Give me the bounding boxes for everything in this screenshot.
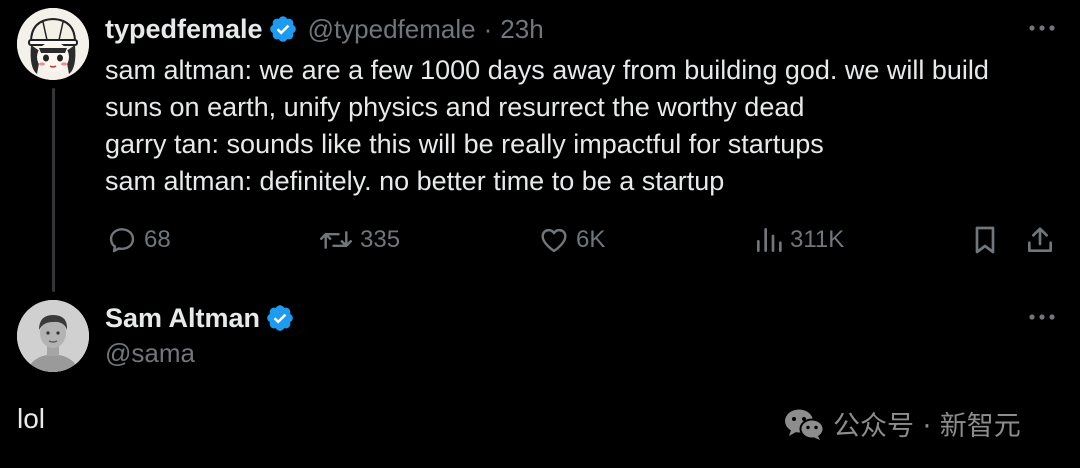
share-icon	[1028, 227, 1052, 252]
tweet-header: typedfemale @typedfemale · 23h	[105, 11, 544, 47]
reply-text: lol	[17, 403, 46, 434]
tweet-action-bar: 68 335 6K 311K	[0, 220, 1080, 260]
bookmark-button[interactable]	[970, 220, 1000, 260]
bookmark-icon	[975, 226, 995, 254]
views-icon	[757, 228, 782, 252]
author-handle[interactable]: @typedfemale	[308, 14, 476, 45]
repost-button[interactable]: 335	[318, 220, 400, 260]
wechat-icon	[785, 409, 825, 440]
author-display-name[interactable]: typedfemale	[105, 14, 263, 45]
verified-badge-icon	[267, 305, 293, 331]
like-button[interactable]: 6K	[538, 220, 605, 260]
more-icon[interactable]	[1027, 23, 1057, 33]
more-icon[interactable]	[1027, 312, 1057, 322]
watermark-text: 公众号 · 新智元	[833, 411, 1021, 442]
reply-author-handle[interactable]: @sama	[105, 338, 195, 369]
reply-icon	[109, 228, 135, 253]
reply-count: 68	[144, 226, 171, 253]
reply-header: Sam Altman	[105, 300, 295, 336]
avatar-sam-altman[interactable]	[17, 300, 89, 372]
separator-dot: ·	[483, 13, 493, 44]
views-count: 311K	[790, 226, 845, 253]
repost-icon	[319, 231, 353, 249]
like-icon	[541, 228, 567, 253]
avatar-typedfemale[interactable]	[17, 8, 89, 80]
tweet-text-line: sam altman: we are a few 1000 days away …	[105, 55, 989, 85]
tweet-text: sam altman: we are a few 1000 days away …	[105, 52, 1065, 200]
tweet-text-line: sam altman: definitely. no better time t…	[105, 166, 725, 196]
views-button[interactable]: 311K	[754, 220, 844, 260]
tweet-text-line: suns on earth, unify physics and resurre…	[105, 92, 805, 122]
share-button[interactable]	[1024, 220, 1056, 260]
reply-author-display-name[interactable]: Sam Altman	[105, 303, 260, 334]
tweet-text-line: garry tan: sounds like this will be real…	[105, 129, 824, 159]
repost-count: 335	[360, 226, 401, 253]
watermark: 公众号 · 新智元	[783, 404, 1021, 443]
like-count: 6K	[576, 226, 606, 253]
tweet-timestamp[interactable]: 23h	[500, 14, 543, 45]
thread-connector-line	[52, 88, 55, 292]
verified-badge-icon	[269, 16, 296, 42]
reply-button[interactable]: 68	[106, 220, 171, 260]
